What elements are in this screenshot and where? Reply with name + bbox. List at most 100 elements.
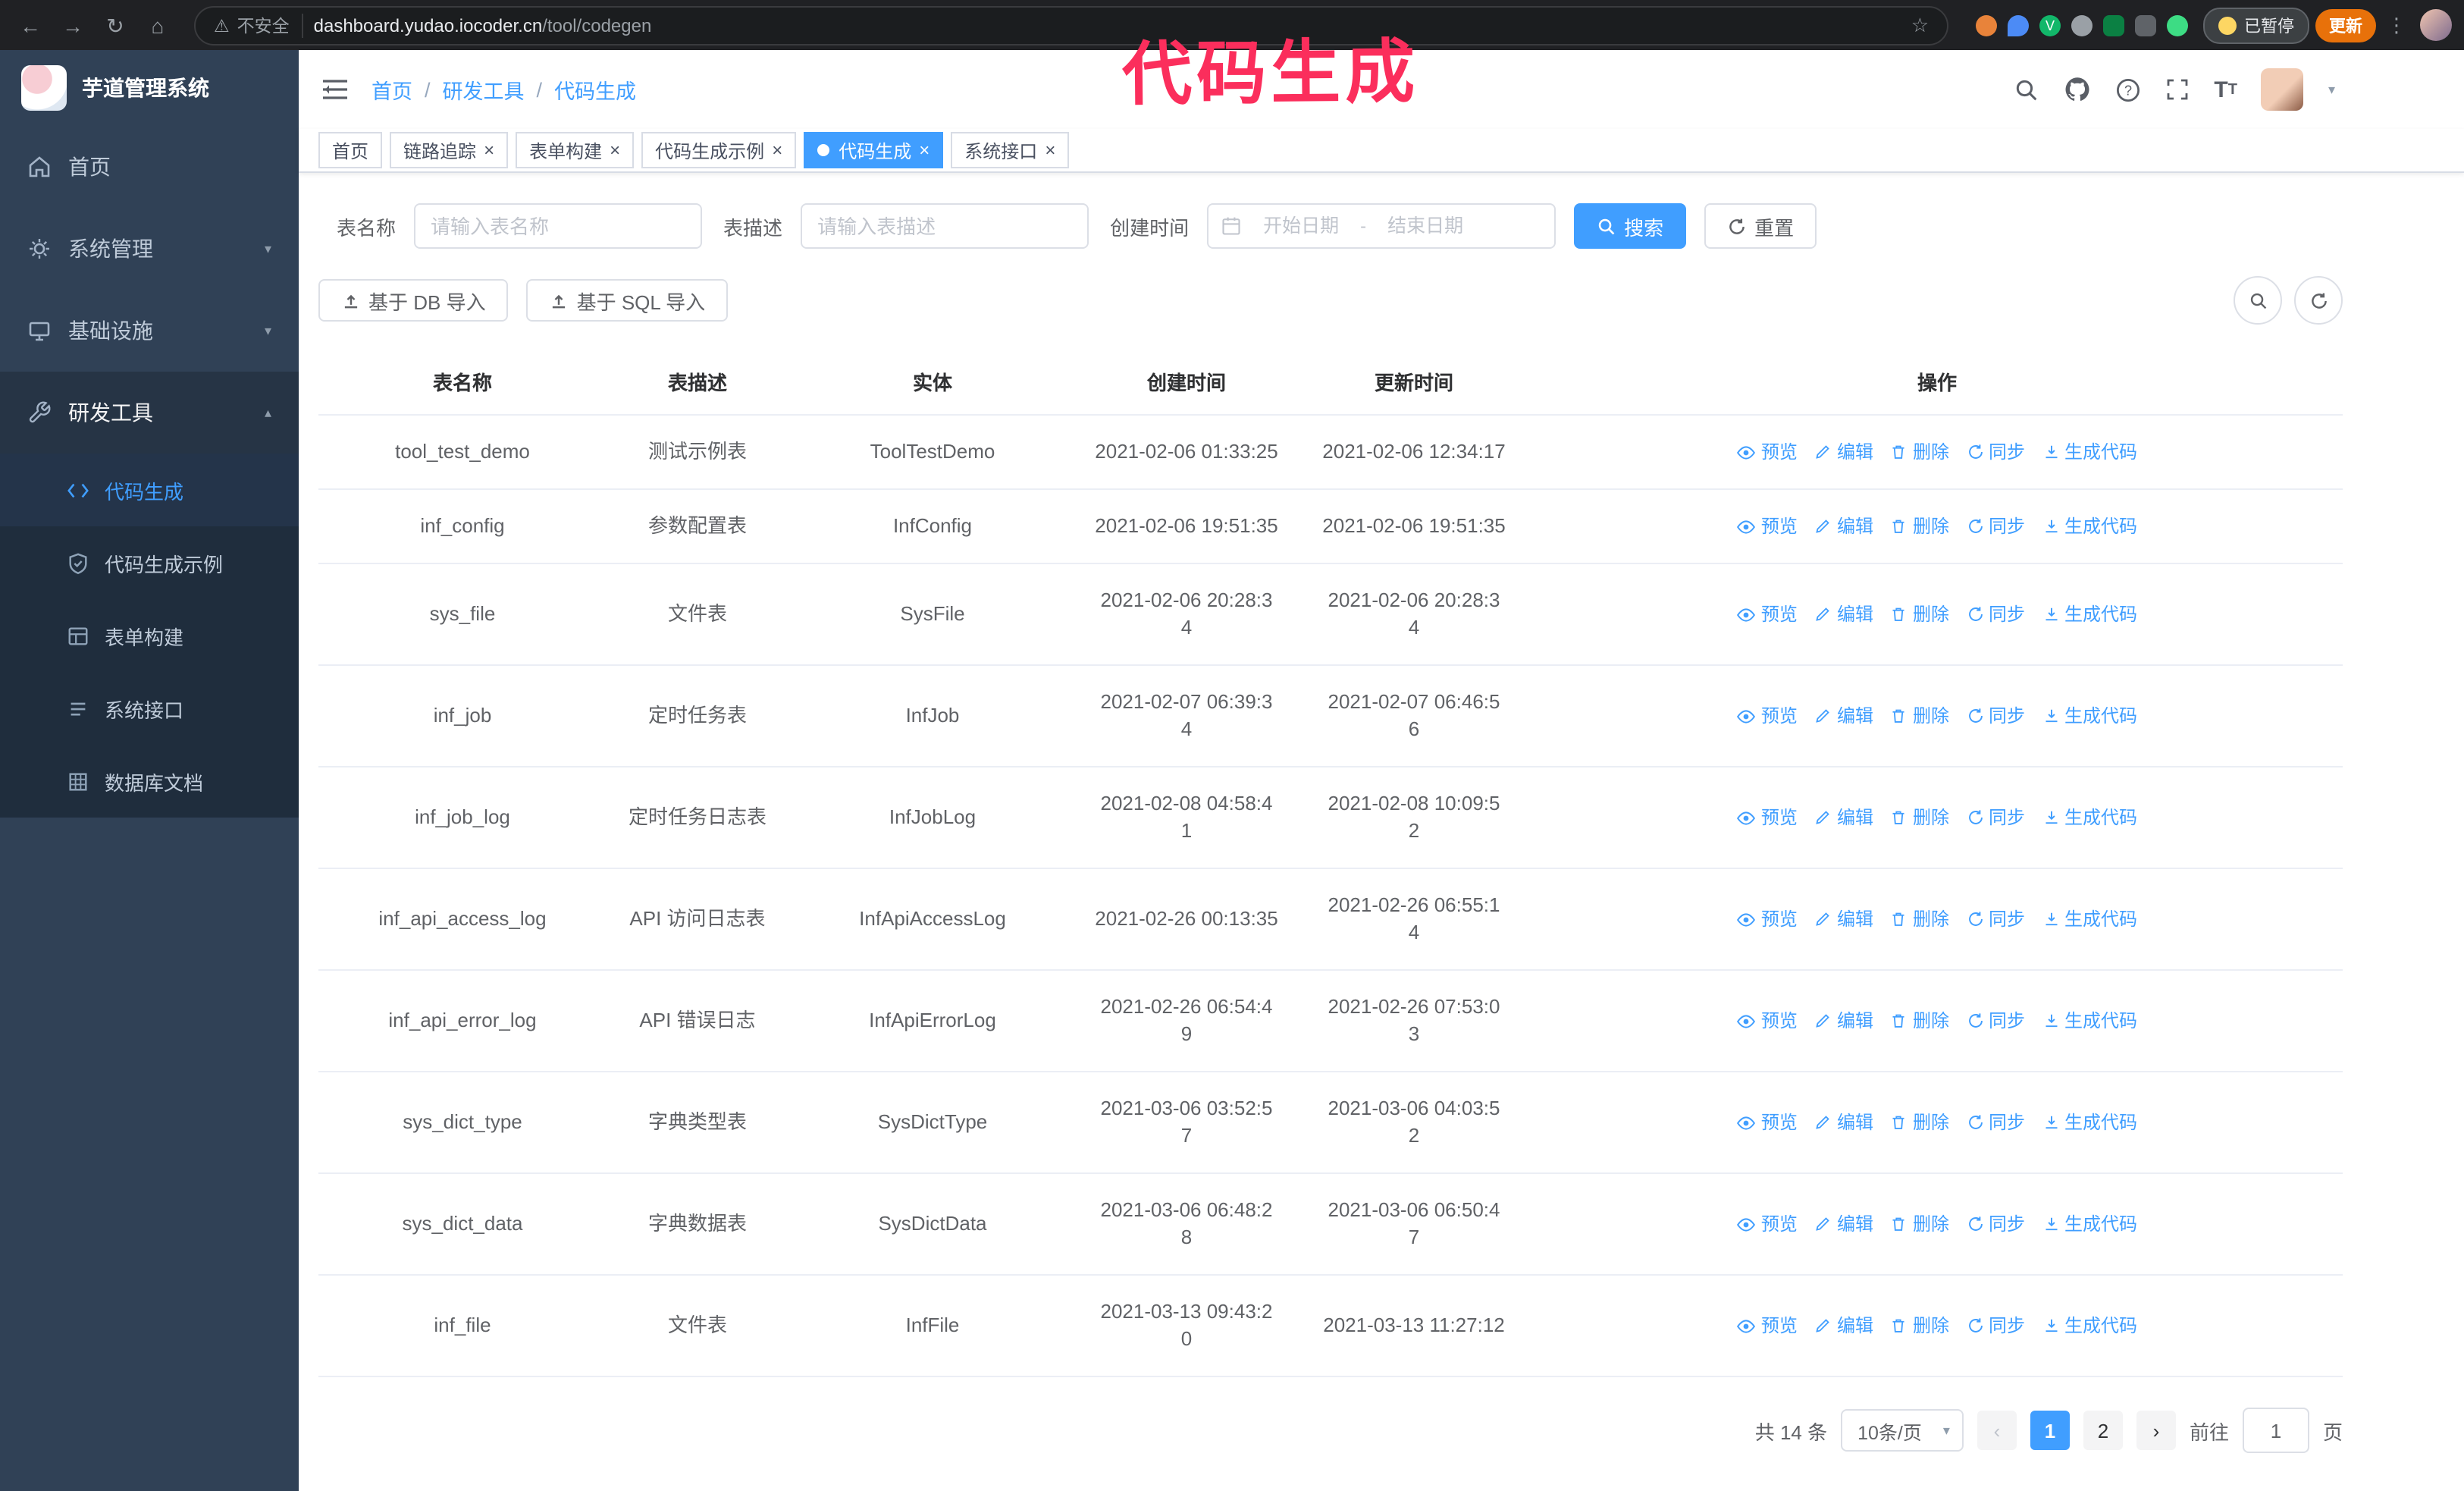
sync-link[interactable]: 同步	[1966, 1210, 2025, 1238]
page-button-current[interactable]: 1	[2030, 1411, 2070, 1450]
page-size-select[interactable]: 10条/页 ▾	[1841, 1409, 1964, 1452]
address-bar[interactable]: ⚠ 不安全 dashboard.yudao.iocoder.cn/tool/co…	[194, 5, 1948, 45]
delete-link[interactable]: 删除	[1890, 1109, 1949, 1136]
edit-link[interactable]: 编辑	[1814, 601, 1873, 628]
sync-link[interactable]: 同步	[1966, 513, 2025, 540]
preview-link[interactable]: 预览	[1737, 906, 1798, 933]
bookmark-star-icon[interactable]: ☆	[1911, 13, 1929, 37]
tab-item[interactable]: 代码生成示例 ×	[641, 132, 797, 168]
sidebar-item-system[interactable]: 系统管理 ▾	[0, 208, 299, 290]
browser-menu-icon[interactable]: ⋮	[2382, 13, 2411, 37]
table-name-input[interactable]	[414, 203, 703, 249]
sidebar-item-form-builder[interactable]: 表单构建	[0, 599, 299, 672]
generate-code-link[interactable]: 生成代码	[2042, 438, 2137, 466]
font-size-icon[interactable]: TT	[2214, 77, 2237, 102]
reset-button[interactable]: 重置	[1704, 203, 1817, 249]
sidebar-item-devtools[interactable]: 研发工具 ▴	[0, 372, 299, 454]
delete-link[interactable]: 删除	[1890, 601, 1949, 628]
tab-close-icon[interactable]: ×	[1045, 141, 1055, 159]
delete-link[interactable]: 删除	[1890, 702, 1949, 730]
browser-profile-avatar[interactable]	[2420, 9, 2452, 41]
edit-link[interactable]: 编辑	[1814, 702, 1873, 730]
tab-item[interactable]: 系统接口 ×	[951, 132, 1070, 168]
delete-link[interactable]: 删除	[1890, 1007, 1949, 1034]
next-page-button[interactable]: ›	[2136, 1411, 2176, 1450]
generate-code-link[interactable]: 生成代码	[2042, 702, 2137, 730]
search-button[interactable]: 搜索	[1574, 203, 1687, 249]
date-range-picker[interactable]: -	[1207, 203, 1556, 249]
tab-close-icon[interactable]: ×	[772, 141, 782, 159]
preview-link[interactable]: 预览	[1737, 702, 1798, 730]
breadcrumb-devtools[interactable]: 研发工具	[443, 74, 525, 105]
sync-link[interactable]: 同步	[1966, 804, 2025, 831]
delete-link[interactable]: 删除	[1890, 1210, 1949, 1238]
fullscreen-icon[interactable]	[2165, 77, 2190, 102]
extension-icon[interactable]	[2103, 14, 2124, 36]
generate-code-link[interactable]: 生成代码	[2042, 1312, 2137, 1339]
github-icon[interactable]	[2064, 76, 2091, 103]
reload-icon[interactable]: ↻	[97, 7, 133, 43]
generate-code-link[interactable]: 生成代码	[2042, 601, 2137, 628]
extension-icon[interactable]	[2167, 14, 2188, 36]
extension-icon[interactable]: V	[2039, 14, 2061, 36]
breadcrumb-current[interactable]: 代码生成	[554, 74, 636, 105]
sync-link[interactable]: 同步	[1966, 906, 2025, 933]
sync-link[interactable]: 同步	[1966, 438, 2025, 466]
prev-page-button[interactable]: ‹	[1977, 1411, 2017, 1450]
import-db-button[interactable]: 基于 DB 导入	[318, 279, 509, 322]
page-button[interactable]: 2	[2083, 1411, 2123, 1450]
sidebar-item-infra[interactable]: 基础设施 ▾	[0, 290, 299, 372]
update-button[interactable]: 更新	[2315, 8, 2376, 42]
edit-link[interactable]: 编辑	[1814, 1109, 1873, 1136]
user-avatar[interactable]	[2261, 68, 2304, 111]
date-end-input[interactable]	[1375, 214, 1476, 238]
extension-icon[interactable]	[1976, 14, 1997, 36]
preview-link[interactable]: 预览	[1737, 1210, 1798, 1238]
tab-item[interactable]: 首页	[318, 132, 383, 168]
preview-link[interactable]: 预览	[1737, 1312, 1798, 1339]
sidebar-item-codegen-example[interactable]: 代码生成示例	[0, 526, 299, 599]
tab-close-icon[interactable]: ×	[610, 141, 620, 159]
sync-link[interactable]: 同步	[1966, 601, 2025, 628]
sidebar-item-system-api[interactable]: 系统接口	[0, 672, 299, 745]
home-nav-icon[interactable]: ⌂	[140, 7, 176, 43]
refresh-table-button[interactable]	[2294, 276, 2343, 325]
edit-link[interactable]: 编辑	[1814, 1312, 1873, 1339]
breadcrumb-home[interactable]: 首页	[371, 74, 412, 105]
generate-code-link[interactable]: 生成代码	[2042, 804, 2137, 831]
preview-link[interactable]: 预览	[1737, 513, 1798, 540]
delete-link[interactable]: 删除	[1890, 513, 1949, 540]
tab-item[interactable]: 链路追踪 ×	[390, 132, 509, 168]
toggle-search-button[interactable]	[2234, 276, 2282, 325]
delete-link[interactable]: 删除	[1890, 906, 1949, 933]
tab-active[interactable]: 代码生成 ×	[804, 132, 944, 168]
search-icon[interactable]	[2014, 77, 2039, 102]
security-indicator[interactable]: ⚠ 不安全	[214, 13, 303, 37]
edit-link[interactable]: 编辑	[1814, 438, 1873, 466]
delete-link[interactable]: 删除	[1890, 804, 1949, 831]
edit-link[interactable]: 编辑	[1814, 1210, 1873, 1238]
date-start-input[interactable]	[1251, 214, 1352, 238]
sidebar-toggle[interactable]	[299, 77, 371, 102]
back-icon[interactable]: ←	[12, 7, 49, 43]
delete-link[interactable]: 删除	[1890, 1312, 1949, 1339]
table-desc-input[interactable]	[801, 203, 1089, 249]
extension-icon[interactable]	[2008, 14, 2029, 36]
preview-link[interactable]: 预览	[1737, 1007, 1798, 1034]
paused-badge[interactable]: 已暂停	[2203, 7, 2309, 43]
app-logo[interactable]: 芋道管理系统	[0, 50, 299, 126]
edit-link[interactable]: 编辑	[1814, 804, 1873, 831]
generate-code-link[interactable]: 生成代码	[2042, 513, 2137, 540]
generate-code-link[interactable]: 生成代码	[2042, 1210, 2137, 1238]
goto-page-input[interactable]	[2242, 1408, 2309, 1453]
sidebar-item-db-docs[interactable]: 数据库文档	[0, 745, 299, 818]
sync-link[interactable]: 同步	[1966, 1312, 2025, 1339]
preview-link[interactable]: 预览	[1737, 438, 1798, 466]
generate-code-link[interactable]: 生成代码	[2042, 1007, 2137, 1034]
preview-link[interactable]: 预览	[1737, 804, 1798, 831]
tab-item[interactable]: 表单构建 ×	[516, 132, 635, 168]
delete-link[interactable]: 删除	[1890, 438, 1949, 466]
forward-icon[interactable]: →	[55, 7, 91, 43]
preview-link[interactable]: 预览	[1737, 601, 1798, 628]
avatar-caret-icon[interactable]: ▾	[2328, 81, 2335, 98]
